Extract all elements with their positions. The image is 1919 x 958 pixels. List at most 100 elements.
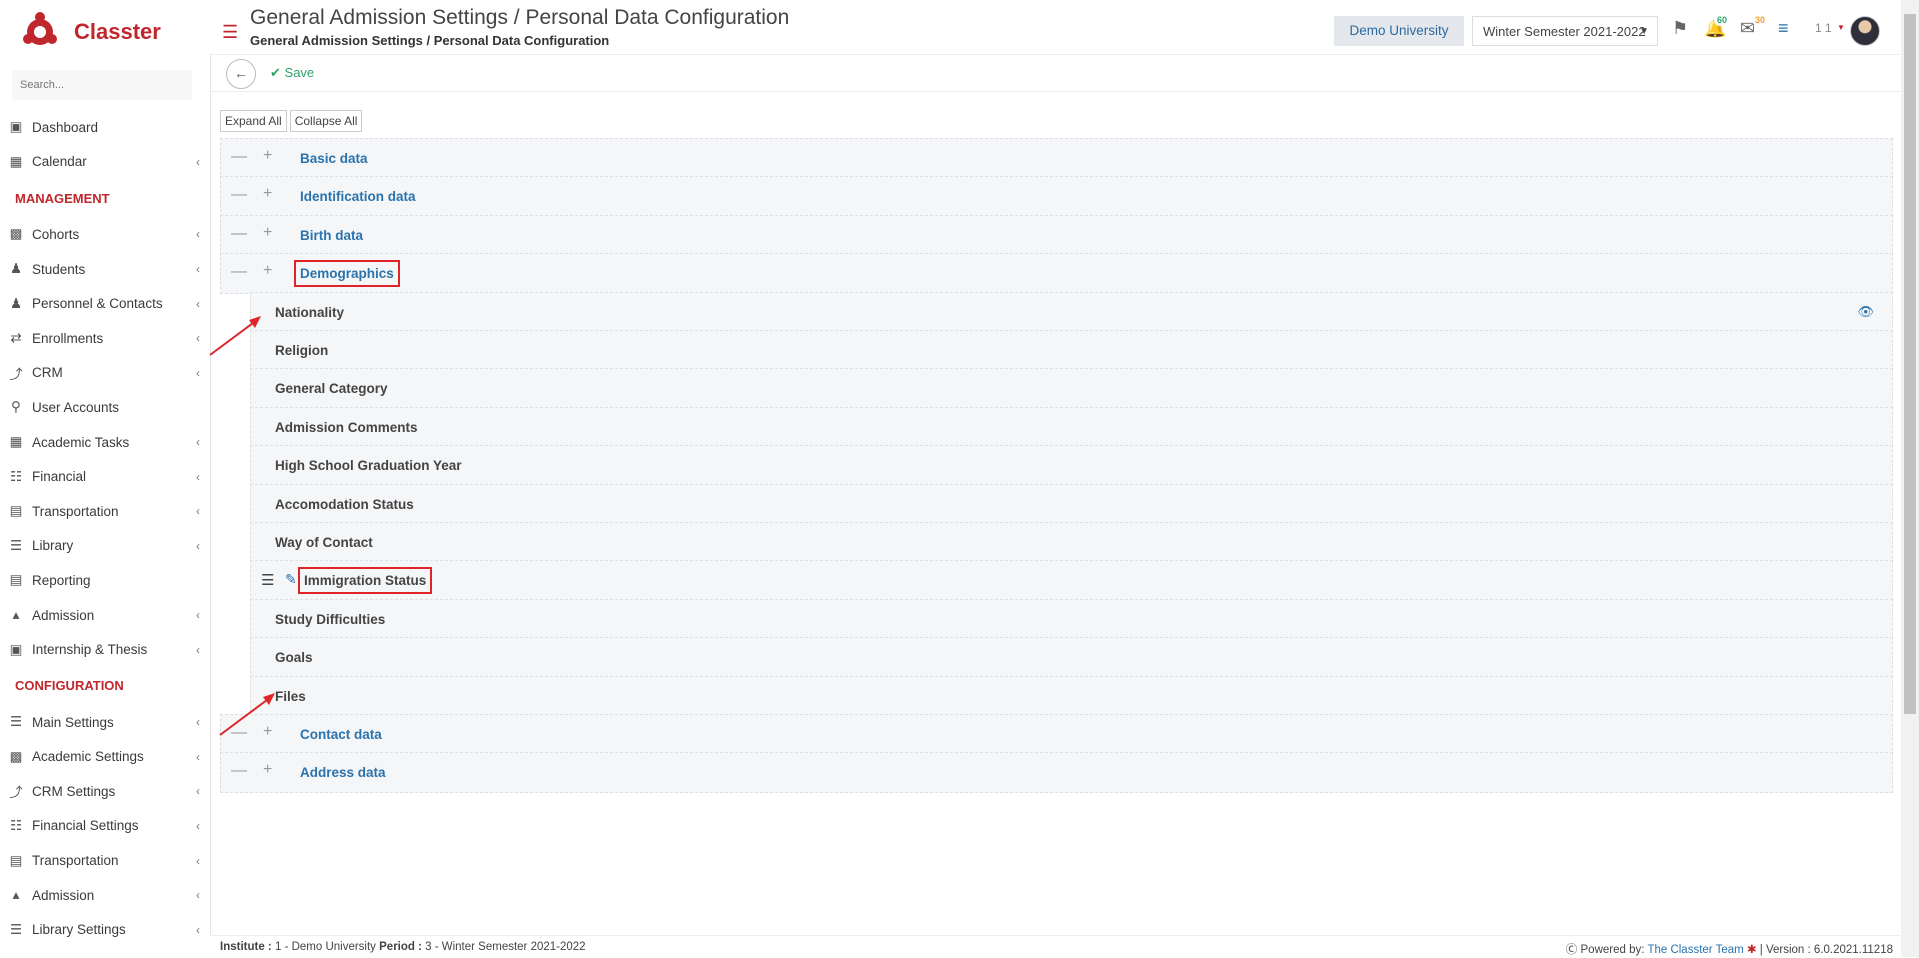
sidebar-item-transportation[interactable]: ▤Transportation‹ xyxy=(0,494,210,529)
laptop-icon: ▣ xyxy=(8,120,24,134)
field-row-general-category[interactable]: General Category xyxy=(250,368,1893,409)
minus-icon[interactable]: — xyxy=(231,263,247,281)
sidebar-section-management: MANAGEMENT xyxy=(0,179,210,217)
chevron-left-icon: ‹ xyxy=(196,331,200,345)
sidebar-item-reporting[interactable]: ▤Reporting xyxy=(0,563,210,598)
books-icon: ☰ xyxy=(8,923,24,937)
sidebar-item-financial[interactable]: ☷Financial‹ xyxy=(0,459,210,494)
group-label[interactable]: Birth data xyxy=(300,228,363,243)
sidebar-item-user-accounts[interactable]: ⚲User Accounts xyxy=(0,390,210,425)
group-row-identification-data[interactable]: — + Identification data xyxy=(220,176,1893,217)
minus-icon[interactable]: — xyxy=(231,186,247,204)
field-row-study-difficulties[interactable]: Study Difficulties xyxy=(250,599,1893,640)
expand-all-button[interactable]: Expand All xyxy=(220,110,287,132)
sidebar-item-transportation[interactable]: ▤Transportation‹ xyxy=(0,843,210,878)
flag-icon[interactable]: ⚑ xyxy=(1672,18,1688,39)
pencil-icon[interactable]: ✎ xyxy=(285,571,297,588)
minus-icon[interactable]: — xyxy=(231,148,247,166)
chevron-left-icon: ‹ xyxy=(196,297,200,311)
sidebar-item-dashboard[interactable]: ▣Dashboard xyxy=(0,110,210,145)
chevron-left-icon: ‹ xyxy=(196,715,200,729)
sidebar-item-library-settings[interactable]: ☰Library Settings‹ xyxy=(0,912,210,947)
hamburger-menu-icon[interactable]: ☰ xyxy=(222,22,238,43)
field-row-nationality[interactable]: Nationality👁 xyxy=(250,292,1893,333)
sidebar-item-label: Financial xyxy=(32,469,86,484)
field-row-admission-comments[interactable]: Admission Comments xyxy=(250,407,1893,448)
university-button[interactable]: Demo University xyxy=(1334,16,1464,46)
classter-team-link[interactable]: The Classter Team xyxy=(1647,944,1743,956)
field-row-goals[interactable]: Goals xyxy=(250,637,1893,678)
drag-handle-icon[interactable]: ☰ xyxy=(261,571,274,589)
sidebar-item-cohorts[interactable]: ▩Cohorts‹ xyxy=(0,217,210,252)
minus-icon[interactable]: — xyxy=(231,225,247,243)
plus-icon[interactable]: + xyxy=(263,761,272,779)
coins-icon: ☷ xyxy=(8,819,24,833)
field-row-files[interactable]: Files xyxy=(250,676,1893,717)
scrollbar-thumb[interactable] xyxy=(1904,14,1916,714)
field-row-high-school-graduation-year[interactable]: High School Graduation Year xyxy=(250,445,1893,486)
group-label[interactable]: Contact data xyxy=(300,727,382,742)
sidebar-item-label: Calendar xyxy=(32,154,87,169)
back-button[interactable]: ← xyxy=(226,59,256,89)
plus-icon[interactable]: + xyxy=(263,262,272,280)
chevron-left-icon: ‹ xyxy=(196,608,200,622)
save-button[interactable]: ✔ Save xyxy=(270,65,314,81)
avatar[interactable] xyxy=(1850,16,1880,46)
group-row-demographics[interactable]: — + Demographics xyxy=(220,253,1893,294)
field-row-accomodation-status[interactable]: Accomodation Status xyxy=(250,484,1893,525)
chevron-left-icon: ‹ xyxy=(196,750,200,764)
sidebar-item-internship-thesis[interactable]: ▣Internship & Thesis‹ xyxy=(0,632,210,667)
sidebar-item-library[interactable]: ☰Library‹ xyxy=(0,529,210,564)
sidebar-item-personnel-contacts[interactable]: ♟Personnel & Contacts‹ xyxy=(0,286,210,321)
user-label: 1 1 xyxy=(1815,21,1832,35)
app-name: Classter xyxy=(74,19,161,45)
semester-select[interactable]: Winter Semester 2021-2022 ▼ xyxy=(1472,16,1658,46)
minus-icon[interactable]: — xyxy=(231,762,247,780)
chevron-left-icon: ‹ xyxy=(196,643,200,657)
cohorts-icon: ▩ xyxy=(8,227,24,241)
group-row-birth-data[interactable]: — + Birth data xyxy=(220,215,1893,256)
group-label[interactable]: Demographics xyxy=(300,266,394,281)
layers-add-icon[interactable]: ≡ xyxy=(1778,18,1789,39)
app-logo[interactable]: Classter xyxy=(20,10,161,54)
sidebar-item-label: User Accounts xyxy=(32,400,119,415)
field-row-religion[interactable]: Religion xyxy=(250,330,1893,371)
chevron-left-icon: ‹ xyxy=(196,435,200,449)
group-label[interactable]: Address data xyxy=(300,765,386,780)
group-label[interactable]: Basic data xyxy=(300,151,368,166)
plus-icon[interactable]: + xyxy=(263,185,272,203)
sidebar-item-label: Reporting xyxy=(32,573,91,588)
group-row-address-data[interactable]: — + Address data xyxy=(220,752,1893,793)
field-label: Way of Contact xyxy=(275,535,373,550)
sidebar-item-internship-thesis-settings[interactable]: ▣Internship & Thesis Settings‹ xyxy=(0,947,210,957)
action-toolbar: ← ✔ Save xyxy=(210,55,1919,92)
field-label: Immigration Status xyxy=(304,573,426,588)
sidebar-item-academic-tasks[interactable]: ▦Academic Tasks‹ xyxy=(0,425,210,460)
sidebar-item-admission[interactable]: ▴Admission‹ xyxy=(0,878,210,913)
scrollbar[interactable] xyxy=(1901,0,1919,957)
sidebar-item-enrollments[interactable]: ⇄Enrollments‹ xyxy=(0,321,210,356)
eye-icon[interactable]: 👁 xyxy=(1857,304,1874,320)
sidebar-item-financial-settings[interactable]: ☷Financial Settings‹ xyxy=(0,809,210,844)
sidebar-item-academic-settings[interactable]: ▩Academic Settings‹ xyxy=(0,740,210,775)
group-label[interactable]: Identification data xyxy=(300,189,416,204)
plus-icon[interactable]: + xyxy=(263,147,272,165)
sidebar-item-crm-settings[interactable]: ⤴CRM Settings‹ xyxy=(0,774,210,809)
footer-credits: Ⓒ Powered by: The Classter Team ✱ | Vers… xyxy=(1566,941,1893,957)
sidebar-section-configuration: CONFIGURATION xyxy=(0,667,210,705)
field-row-immigration-status[interactable]: ☰ ✎ Immigration Status xyxy=(250,560,1893,601)
sidebar-search-input[interactable] xyxy=(12,70,192,100)
field-row-way-of-contact[interactable]: Way of Contact xyxy=(250,522,1893,563)
plus-icon[interactable]: + xyxy=(263,224,272,242)
group-row-basic-data[interactable]: — + Basic data xyxy=(220,138,1893,179)
chevron-left-icon: ‹ xyxy=(196,470,200,484)
sidebar-item-students[interactable]: ♟Students‹ xyxy=(0,252,210,287)
user-caret-icon[interactable]: ▼ xyxy=(1837,23,1845,32)
sidebar-item-crm[interactable]: ⤴CRM‹ xyxy=(0,356,210,391)
sidebar-item-main-settings[interactable]: ☰Main Settings‹ xyxy=(0,705,210,740)
group-row-contact-data[interactable]: —+Contact data xyxy=(220,714,1893,755)
sidebar-item-label: Library Settings xyxy=(32,922,126,937)
sidebar-item-admission[interactable]: ▴Admission‹ xyxy=(0,598,210,633)
collapse-all-button[interactable]: Collapse All xyxy=(290,110,363,132)
sidebar-item-calendar[interactable]: ▦Calendar‹ xyxy=(0,145,210,180)
